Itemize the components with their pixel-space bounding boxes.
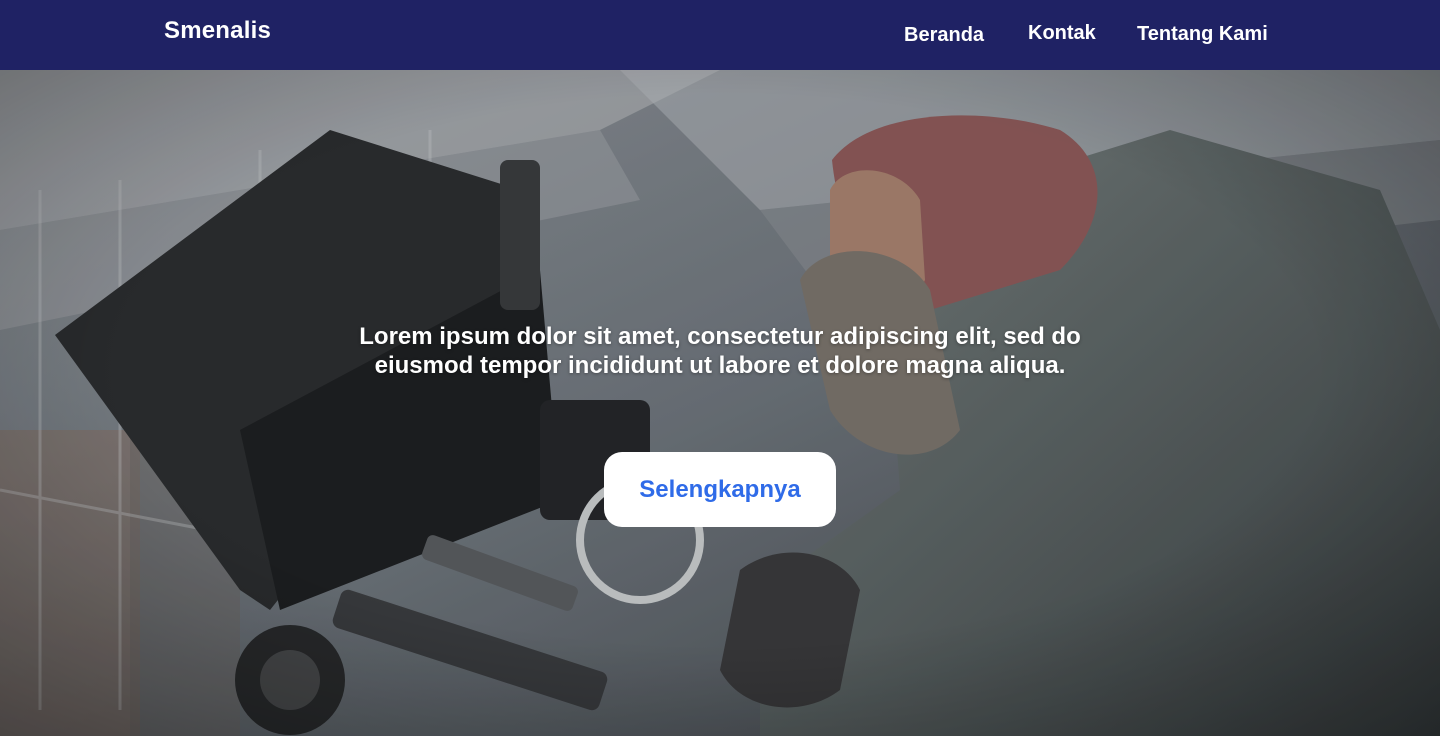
- nav-links: Beranda Kontak Tentang Kami: [0, 0, 1440, 70]
- nav-link-kontak[interactable]: Kontak: [1028, 22, 1096, 45]
- selengkapnya-button[interactable]: Selengkapnya: [604, 452, 836, 527]
- hero-description: Lorem ipsum dolor sit amet, consectetur …: [359, 323, 1081, 379]
- hero-section: Lorem ipsum dolor sit amet, consectetur …: [0, 70, 1440, 736]
- top-navbar: Smenalis Beranda Kontak Tentang Kami: [0, 0, 1440, 70]
- nav-link-tentang-kami[interactable]: Tentang Kami: [1137, 23, 1268, 46]
- hero-background-image: [0, 70, 1440, 736]
- nav-link-beranda[interactable]: Beranda: [904, 24, 984, 47]
